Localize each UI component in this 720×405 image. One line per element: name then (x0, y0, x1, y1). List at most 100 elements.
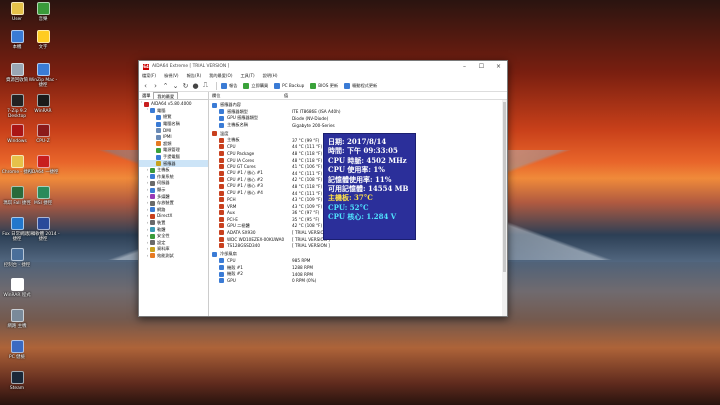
tree-item[interactable]: ˅ 電腦 (139, 108, 208, 115)
tree-item[interactable]: 總覽 (139, 114, 208, 121)
chart-icon[interactable]: ⎍ (202, 81, 209, 90)
menu-item[interactable]: 我的最愛(O) (209, 73, 232, 79)
sensor-value: 1408 RPM (292, 271, 314, 277)
tree-item[interactable]: › 主機板 (139, 167, 208, 174)
sensor-row[interactable]: TS128GSSD340 [ TRIAL VERSION ] (212, 242, 507, 249)
app-icon (10, 63, 24, 76)
sensor-icon (219, 150, 224, 156)
desktop-icon[interactable]: WinRAR 程式 (0, 278, 34, 298)
menu-item[interactable]: 報告(R) (187, 73, 202, 79)
tree-item-label: 感應器 (163, 160, 176, 166)
desktop-icon[interactable]: 剪輯軟體 2014 - 捷徑 (26, 217, 60, 242)
tree-item[interactable]: › 多媒體 (139, 193, 208, 200)
osd-line: CPU 使用率: 1% (328, 165, 385, 175)
sensor-row[interactable]: GPU 感應器類型 Diode (NV-Diode) (212, 115, 507, 122)
desktop-icon[interactable]: CPU-Z (26, 124, 60, 144)
sensor-row[interactable]: GPU 0 RPM (0%) (212, 277, 507, 284)
menu-item[interactable]: 檔案(F) (142, 73, 156, 79)
tree-item[interactable]: › 資料庫 (139, 246, 208, 253)
desktop-icon[interactable]: WinRAR (26, 94, 60, 114)
minimize-button[interactable]: – (456, 63, 473, 70)
menu-item[interactable]: 說明(H) (263, 73, 278, 79)
bios-update-button[interactable]: BIOS 更新 (310, 82, 338, 89)
desktop-icon-label: WinRAR (34, 109, 52, 114)
sensor-field: CPU #1 / 核心 #4 (227, 190, 263, 196)
sensor-icon (219, 236, 224, 242)
column-field[interactable]: 欄位 (212, 93, 284, 99)
desktop-icon[interactable]: MSI 捷徑 (26, 186, 60, 206)
sensor-row[interactable]: 主機板名稱 Gigabyte 200-Series (212, 122, 507, 129)
tree-item[interactable]: › 安全性 (139, 233, 208, 240)
tree-item[interactable]: › 網路 (139, 207, 208, 214)
group-title: 感應器內容 (220, 102, 241, 108)
tree-item-label: AIDA64 v5.80.4000 (151, 101, 192, 107)
desktop-icon[interactable]: AIDA64 一捷徑 (26, 155, 60, 175)
user-icon[interactable]: ● (192, 82, 199, 90)
sensor-row[interactable]: 感應器類型 ITE IT8686E (ISA A40h) (212, 109, 507, 116)
scrollbar-thumb[interactable] (503, 102, 506, 272)
tree-item-icon (150, 174, 155, 180)
desktop-icon-label: 7-Zip 9.2 Desktop (7, 109, 27, 120)
tree-item[interactable]: › 顯示 (139, 187, 208, 194)
tree-item[interactable]: › 存放裝置 (139, 200, 208, 207)
column-value[interactable]: 值 (284, 93, 288, 99)
sensor-field: GPU 二極體 (227, 222, 250, 228)
group-title: 冷卻風扇 (220, 251, 237, 257)
sensor-field: 感應器類型 (227, 108, 248, 114)
tree-item-icon (150, 213, 155, 219)
tree-item-icon (156, 134, 161, 140)
desktop-icon[interactable]: 文字 (26, 30, 60, 50)
sensor-row[interactable]: 機殼 #1 1288 RPM (212, 264, 507, 271)
desktop-icon[interactable]: PC 健檢 (0, 340, 34, 360)
back-icon[interactable]: ‹ (142, 82, 149, 90)
menu-item[interactable]: 檢視(V) (164, 73, 179, 79)
desktop-icon[interactable]: Steam (0, 371, 34, 391)
tree-item[interactable]: 電腦名稱 (139, 121, 208, 128)
toolbar-buttons: 報告 立即購買 PC Backup BIOS 更新 驅動程式更新 (221, 82, 383, 89)
tree-item[interactable]: › 軟體 (139, 226, 208, 233)
collapse-icon[interactable]: ⌄ (172, 82, 179, 90)
tab-menu[interactable]: 選單 (139, 92, 153, 99)
report-button[interactable]: 報告 (221, 82, 237, 89)
refresh-icon[interactable]: ↻ (182, 82, 189, 90)
tree-item[interactable]: › 作業系統 (139, 174, 208, 181)
sensor-icon (219, 223, 224, 229)
title-bar[interactable]: 64 AIDA64 Extreme [ TRIAL VERSION ] – ☐ … (139, 61, 507, 72)
sensor-row[interactable]: CPU 985 RPM (212, 258, 507, 265)
tree-item[interactable]: ˅ AIDA64 v5.80.4000 (139, 101, 208, 108)
buy-now-button[interactable]: 立即購買 (243, 82, 268, 89)
tree-item-icon (156, 114, 161, 120)
tree-item[interactable]: › 裝置 (139, 220, 208, 227)
vertical-scrollbar[interactable] (502, 100, 507, 316)
tree-item[interactable]: 感應器 (139, 160, 208, 167)
driver-update-button[interactable]: 驅動程式更新 (344, 82, 377, 89)
maximize-button[interactable]: ☐ (473, 63, 490, 70)
tree-item[interactable]: › DirectX (139, 213, 208, 220)
sensor-row[interactable]: 機殼 #2 1408 RPM (212, 271, 507, 278)
tree-item-icon (150, 207, 155, 213)
desktop-icon[interactable]: WinZip Mac - 捷徑 (26, 63, 60, 88)
sensor-field: GPU (227, 278, 236, 284)
desktop-icon[interactable]: 網路 主機 (0, 309, 34, 329)
group-icon (212, 131, 217, 137)
desktop-icon[interactable]: 音樂 (26, 2, 60, 22)
tree-item[interactable]: IPMI (139, 134, 208, 141)
desktop-icon[interactable]: 控制台 - 捷徑 (0, 248, 34, 268)
sensor-field: CPU (227, 258, 236, 264)
forward-icon[interactable]: › (152, 82, 159, 90)
pc-backup-button[interactable]: PC Backup (274, 82, 304, 89)
tree-item-icon (150, 180, 155, 186)
up-icon[interactable]: ⌃ (162, 82, 169, 90)
sensor-value: 44 °C (111 °F) (292, 190, 323, 196)
tree-item[interactable]: › 設定 (139, 239, 208, 246)
menu-item[interactable]: 工具(T) (240, 73, 254, 79)
tree-item[interactable]: DMI (139, 127, 208, 134)
sensor-value: 48 °C (118 °F) (292, 150, 323, 156)
tree-item[interactable]: › 伺服器 (139, 180, 208, 187)
tab-favorites[interactable]: 我的最愛 (153, 92, 179, 99)
tree-item[interactable]: 電源管理 (139, 147, 208, 154)
tree-item-label: 手提電腦 (163, 154, 180, 160)
tree-item[interactable]: 手提電腦 (139, 154, 208, 161)
tree-item[interactable]: › 效能測試 (139, 253, 208, 260)
close-button[interactable]: × (490, 63, 507, 70)
